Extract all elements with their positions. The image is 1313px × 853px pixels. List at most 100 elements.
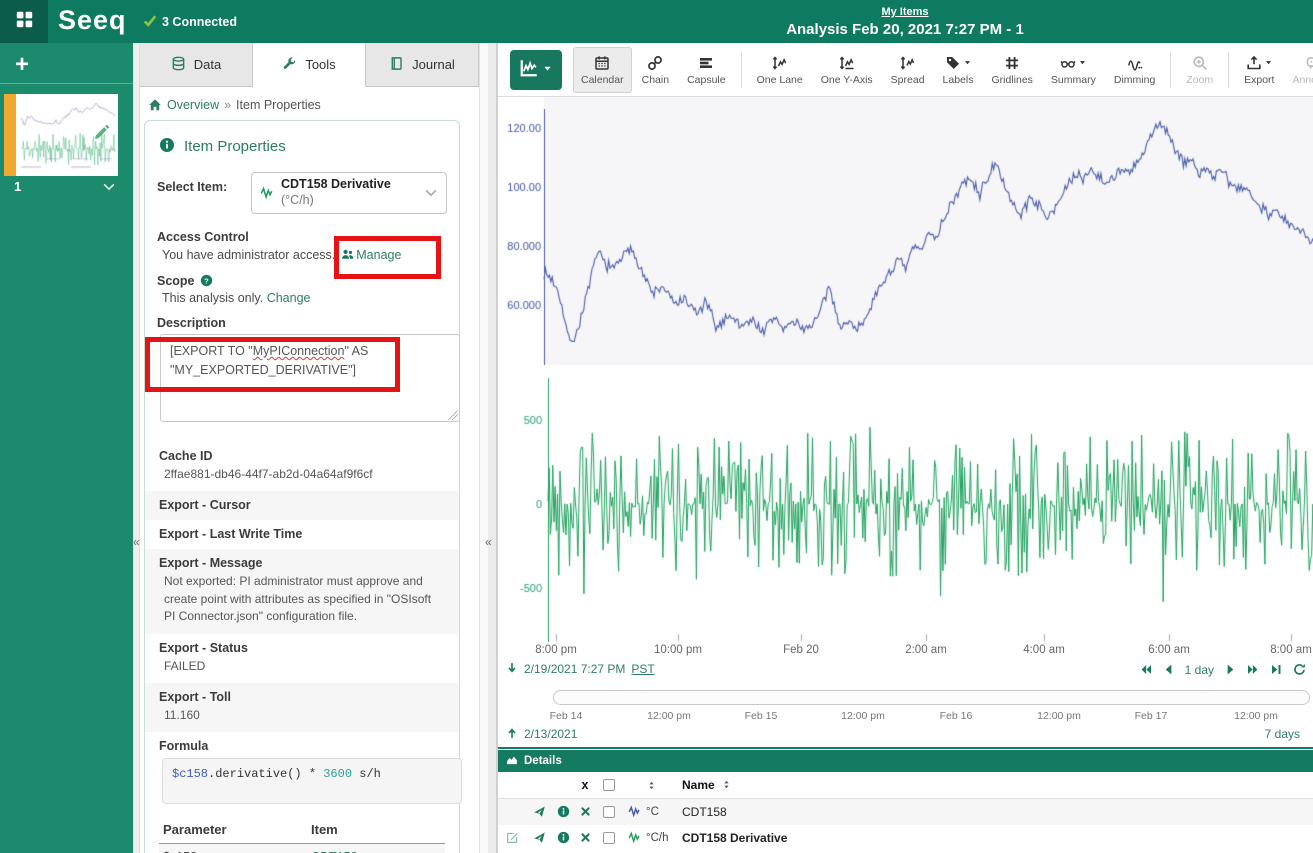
details-panel-header[interactable]: Details <box>498 750 1313 772</box>
toolbar-button-export[interactable]: Export <box>1236 47 1282 93</box>
refresh-button[interactable] <box>1293 662 1306 677</box>
seeq-logo[interactable]: Seeq <box>58 0 127 43</box>
timeline-scrollbar[interactable] <box>553 690 1310 705</box>
signal-cell <box>622 831 646 846</box>
sort-icon[interactable] <box>646 780 682 791</box>
edit-icon[interactable] <box>506 831 519 846</box>
step-forward-button[interactable] <box>1224 662 1237 677</box>
property-row: Cache ID2ffae881-db46-44f7-ab2d-04a64af9… <box>145 442 459 491</box>
display-range-start[interactable]: 2/19/2021 7:27 PMPST <box>506 662 655 676</box>
app-menu-button[interactable] <box>0 0 48 43</box>
toolbar-button-dimming[interactable]: Dimming <box>1106 47 1163 93</box>
timeline-tick-label: Feb 17 <box>1135 710 1168 722</box>
toolbar-button-label: Labels <box>943 74 974 86</box>
connection-status[interactable]: 3 Connected <box>143 0 237 43</box>
toolbar-button-capsule[interactable]: Capsule <box>679 47 734 93</box>
access-control-label: Access Control <box>157 230 447 244</box>
chevron-down-icon[interactable] <box>102 179 116 195</box>
details-row[interactable]: °C/hCDT158 Derivative <box>498 825 1313 851</box>
tab-tools[interactable]: Tools <box>253 43 366 87</box>
trend-chart-canvas[interactable] <box>498 97 1313 642</box>
item-name[interactable]: CDT158 <box>682 805 1313 819</box>
property-label: Export - Last Write Time <box>159 527 445 541</box>
toolbar-button-label: Chain <box>642 74 669 86</box>
investigate-range-start[interactable]: 2/13/2021 <box>506 727 577 741</box>
misspelled-word: MyPIConnection <box>253 344 345 358</box>
description-label: Description <box>157 316 447 330</box>
home-icon[interactable] <box>148 97 162 113</box>
property-row: Export - Last Write Time <box>145 520 459 549</box>
description-textarea[interactable]: [EXPORT TO "MyPIConnection" AS "MY_EXPOR… <box>160 334 460 422</box>
collapse-gutter-left[interactable]: « <box>133 43 140 853</box>
tab-journal[interactable]: Journal <box>366 43 479 86</box>
selected-item-text: CDT158 Derivative (°C/h) <box>281 177 417 208</box>
x-axis-tick-label: 10:00 pm <box>654 644 702 656</box>
add-worksheet-button[interactable]: + <box>10 51 34 79</box>
remove-all-column-header[interactable]: x <box>574 778 596 792</box>
toolbar-button-label: Calendar <box>581 74 624 86</box>
one-lane-icon <box>772 53 788 72</box>
toolbar-button-labels[interactable]: Labels <box>935 47 982 93</box>
select-all-checkbox[interactable] <box>596 779 622 791</box>
formula-block: Formula $c158.derivative() * 3600 s/h <box>157 732 447 804</box>
item-info-icon[interactable] <box>557 805 570 820</box>
property-row: Export - MessageNot exported: PI adminis… <box>145 549 459 633</box>
item-checkbox[interactable] <box>603 832 615 844</box>
timeline-tick-label: Feb 15 <box>745 710 778 722</box>
toolbar-button-one-y-axis[interactable]: One Y-Axis <box>813 47 881 93</box>
details-table-header: x Name <box>498 772 1313 799</box>
toolbar-button-summary[interactable]: Summary <box>1043 47 1104 93</box>
fast-forward-button[interactable] <box>1247 662 1260 677</box>
display-mode-button[interactable] <box>510 50 562 90</box>
help-icon[interactable]: ? <box>200 273 213 288</box>
remove-item-icon[interactable] <box>580 806 591 819</box>
collapse-gutter-right[interactable]: « <box>479 43 497 853</box>
dimming-icon <box>1127 53 1143 72</box>
signal-icon <box>628 831 641 846</box>
skip-to-end-button[interactable] <box>1270 662 1283 677</box>
send-to-trend-icon[interactable] <box>533 805 546 820</box>
toolbar-button-gridlines[interactable]: Gridlines <box>983 47 1040 93</box>
toolbar-button-spread[interactable]: Spread <box>883 47 933 93</box>
toolbar-button-one-lane[interactable]: One Lane <box>749 47 811 93</box>
details-row[interactable]: °CCDT158 <box>498 799 1313 825</box>
resize-grip-icon[interactable] <box>448 410 458 420</box>
x-axis-tick-label: 6:00 am <box>1148 644 1190 656</box>
collapse-left-icon[interactable]: « <box>133 535 140 549</box>
collapse-right-icon[interactable]: « <box>485 535 492 549</box>
property-list: Cache ID2ffae881-db46-44f7-ab2d-04a64af9… <box>145 442 459 732</box>
labels-icon <box>945 53 972 72</box>
sort-icon[interactable] <box>721 779 732 792</box>
card-title-row: Item Properties <box>159 137 447 156</box>
send-to-trend-icon[interactable] <box>533 831 546 846</box>
name-column-header[interactable]: Name <box>682 778 1313 792</box>
sidebar-divider <box>0 83 133 84</box>
toolbar-button-calendar[interactable]: Calendar <box>573 47 632 93</box>
signal-icon <box>260 185 274 201</box>
breadcrumb-overview-link[interactable]: Overview <box>167 98 219 112</box>
item-checkbox[interactable] <box>603 806 615 818</box>
worksheet-thumbnail[interactable] <box>4 94 118 176</box>
manage-access-link[interactable]: Manage <box>356 248 401 262</box>
timezone-link[interactable]: PST <box>631 662 654 676</box>
step-backward-button[interactable] <box>1162 662 1175 677</box>
property-row: Export - Cursor <box>145 491 459 520</box>
toolbar-button-chain[interactable]: Chain <box>634 47 677 93</box>
my-items-link[interactable]: My Items <box>881 6 928 18</box>
property-label: Export - Cursor <box>159 498 445 512</box>
remove-item-icon[interactable] <box>580 832 591 845</box>
item-name[interactable]: CDT158 Derivative <box>682 831 1313 845</box>
checkbox[interactable] <box>603 779 615 791</box>
step-size-label[interactable]: 1 day <box>1185 663 1214 677</box>
fast-backward-button[interactable] <box>1139 662 1152 677</box>
parameter-row: $c158CDT158 <box>159 844 445 853</box>
check-icon <box>143 14 157 30</box>
tab-data[interactable]: Data <box>140 43 253 86</box>
item-select-dropdown[interactable]: CDT158 Derivative (°C/h) <box>251 172 447 214</box>
item-info-icon[interactable] <box>557 831 570 846</box>
display-range-row: 2/19/2021 7:27 PMPST 1 day <box>498 660 1313 682</box>
change-scope-link[interactable]: Change <box>267 291 311 305</box>
database-icon <box>171 56 186 73</box>
toolbar-separator <box>741 52 742 88</box>
property-row: Export - Toll11.160 <box>145 683 459 732</box>
